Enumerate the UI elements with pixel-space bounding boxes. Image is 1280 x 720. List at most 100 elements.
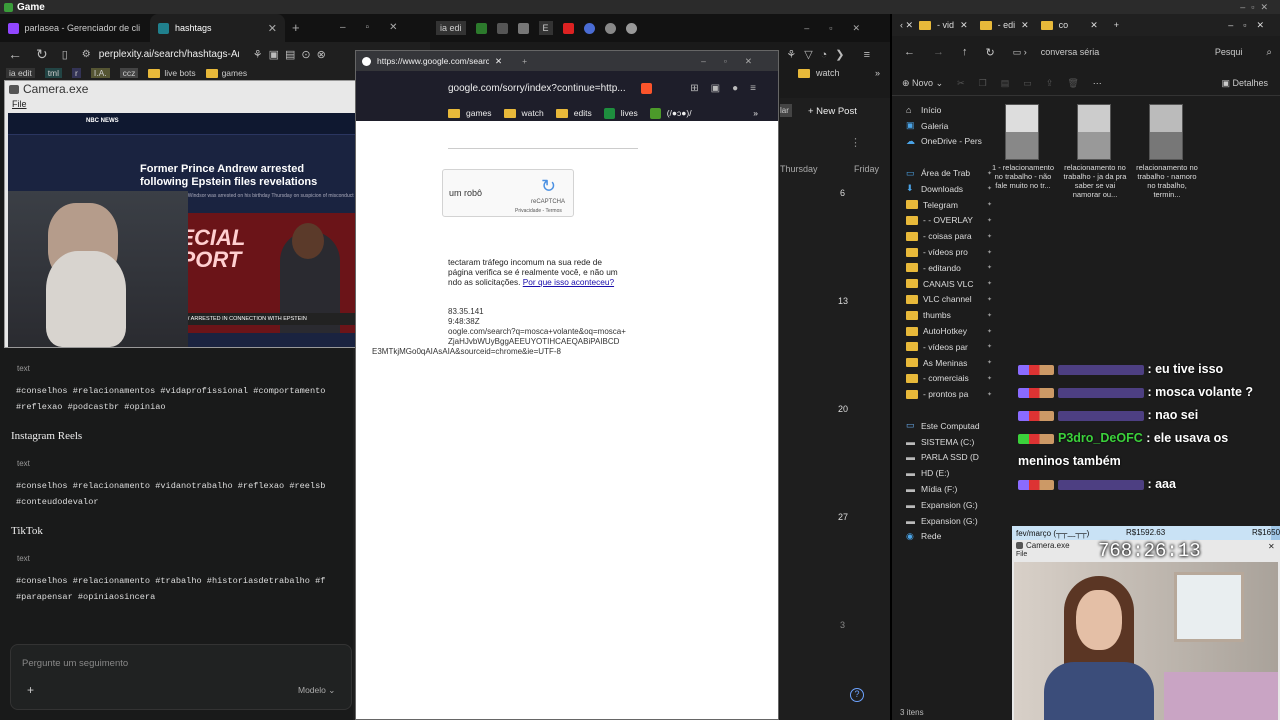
back-icon[interactable]: ← bbox=[8, 46, 22, 62]
tab-icon[interactable] bbox=[625, 22, 637, 34]
tree-item[interactable]: Telegram ✦ bbox=[906, 197, 992, 213]
new-tab-button[interactable]: + bbox=[522, 56, 527, 66]
tab-parlasea[interactable]: parlasea - Gerenciador de clip bbox=[0, 14, 148, 42]
camera-menu-file[interactable]: File bbox=[1016, 551, 1027, 558]
tree-item[interactable]: AutoHotkey ✦ bbox=[906, 323, 992, 339]
tree-item[interactable]: - vídeos par ✦ bbox=[906, 339, 992, 355]
bookmark-emote[interactable]: (/●ɔ●)/ bbox=[667, 108, 692, 118]
file-item[interactable]: relacionamento no trabalho - ja da pra s… bbox=[1062, 104, 1128, 199]
extension-icons[interactable]: ⊞▣●≡ bbox=[690, 83, 768, 94]
monitor-icon[interactable]: ▭ › bbox=[1013, 47, 1027, 58]
tab-active[interactable]: E bbox=[538, 21, 553, 35]
bookmark-live-bots[interactable]: live bots bbox=[148, 68, 196, 78]
camera-menu-file[interactable]: File bbox=[12, 99, 27, 109]
window-controls[interactable]: –▫✕ bbox=[1240, 2, 1280, 13]
tab-icon[interactable] bbox=[517, 22, 529, 34]
extension-icons[interactable]: ⚘▣▤⊙⊗ bbox=[253, 48, 332, 61]
bookmark-edits[interactable]: edits bbox=[574, 108, 592, 118]
tree-item[interactable]: - vídeos pro ✦ bbox=[906, 244, 992, 260]
tree-item[interactable]: ▬ Expansion (G:) bbox=[906, 513, 992, 529]
date-cell[interactable]: 27 bbox=[838, 512, 848, 522]
tree-item[interactable]: VLC channel ✦ bbox=[906, 292, 992, 308]
copy-icon[interactable]: ❐ bbox=[979, 78, 987, 89]
tree-item[interactable]: - editando ✦ bbox=[906, 260, 992, 276]
window-controls[interactable]: –▫✕ bbox=[340, 22, 418, 33]
new-tab-button[interactable]: + bbox=[1114, 20, 1119, 30]
window-controls[interactable]: –▫✕ bbox=[804, 23, 880, 34]
bookmark-ia-edit[interactable]: ia edit bbox=[6, 68, 35, 78]
refresh-icon[interactable]: ↻ bbox=[986, 46, 995, 59]
more-icon[interactable]: » bbox=[875, 68, 880, 78]
tree-item[interactable]: As Meninas ✦ bbox=[906, 355, 992, 371]
hashtag-block-1[interactable]: #conselhos #relacionamentos #vidaprofiss… bbox=[16, 383, 325, 415]
hashtag-block-3[interactable]: #conselhos #relacionamento #trabalho #hi… bbox=[16, 573, 325, 605]
close-icon[interactable]: ✕ bbox=[1268, 542, 1275, 551]
new-button[interactable]: ⊕ Novo ⌄ bbox=[902, 78, 943, 89]
address-bar[interactable]: perplexity.ai/search/hashtags-Am bbox=[99, 49, 239, 60]
followup-input[interactable]: Pergunte um seguimento bbox=[22, 658, 128, 669]
breadcrumb[interactable]: conversa séria bbox=[1041, 47, 1141, 57]
recaptcha-box[interactable]: um robô ↻ reCAPTCHA Privacidade - Termos bbox=[442, 169, 574, 217]
more-icon[interactable]: » bbox=[753, 108, 758, 118]
date-cell[interactable]: 20 bbox=[838, 404, 848, 414]
tree-item[interactable]: - prontos pa ✦ bbox=[906, 386, 992, 402]
bookmark-lives[interactable]: lives bbox=[621, 108, 638, 118]
tree-item[interactable]: ▭ Este Computad bbox=[906, 418, 992, 434]
model-select[interactable]: Modelo ⌄ bbox=[298, 685, 335, 696]
tab-icon[interactable] bbox=[604, 22, 616, 34]
search-input[interactable]: Pesqui bbox=[1215, 47, 1243, 57]
tree-item[interactable]: ⬇ Downloads ✦ bbox=[906, 181, 992, 197]
youtube-icon[interactable] bbox=[562, 22, 574, 34]
tree-item[interactable]: thumbs ✦ bbox=[906, 307, 992, 323]
bookmark-ia[interactable]: I.A. bbox=[90, 68, 110, 78]
tab-icon[interactable] bbox=[496, 22, 508, 34]
add-button[interactable]: + bbox=[27, 683, 34, 697]
close-icon[interactable]: ✕ bbox=[495, 56, 502, 67]
tree-item[interactable]: CANAIS VLC ✦ bbox=[906, 276, 992, 292]
tree-item[interactable]: ⌂ Início bbox=[906, 102, 992, 118]
hashtag-block-2[interactable]: #conselhos #relacionamento #vidanotrabal… bbox=[16, 478, 325, 510]
date-cell[interactable]: 13 bbox=[838, 296, 848, 306]
tab-ia-edit[interactable]: ia edi bbox=[436, 21, 466, 35]
date-cell[interactable]: 3 bbox=[840, 620, 845, 630]
tree-item[interactable]: ▬ Expansion (G:) bbox=[906, 497, 992, 513]
bookmark-games[interactable]: games bbox=[205, 68, 247, 78]
paste-icon[interactable]: ▤ bbox=[1001, 78, 1010, 89]
close-icon[interactable]: ✕ bbox=[1090, 20, 1098, 31]
tree-item[interactable]: ▬ HD (E:) bbox=[906, 465, 992, 481]
recaptcha-links[interactable]: Privacidade - Termos bbox=[515, 208, 562, 214]
search-icon[interactable]: ⌕ bbox=[1266, 47, 1272, 58]
date-cell[interactable]: 6 bbox=[840, 188, 845, 198]
tree-item[interactable]: - comerciais ✦ bbox=[906, 371, 992, 387]
site-info-icon[interactable]: ⚙ bbox=[82, 49, 91, 60]
close-icon[interactable]: ✕ bbox=[1021, 20, 1029, 31]
cut-icon[interactable]: ✂ bbox=[957, 78, 965, 89]
bookmark-watch[interactable]: watch bbox=[522, 108, 544, 118]
address-bar[interactable]: google.com/sorry/index?continue=http... bbox=[448, 83, 633, 94]
tree-item[interactable]: ▬ Mídia (F:) bbox=[906, 481, 992, 497]
explorer-tab[interactable]: co bbox=[1059, 20, 1069, 30]
tree-item[interactable]: ▬ PARLA SSD (D bbox=[906, 450, 992, 466]
tree-item[interactable]: ◉ Rede bbox=[906, 529, 992, 545]
tab-hashtags[interactable]: hashtags ✕ bbox=[150, 14, 285, 42]
window-controls[interactable]: –▫✕ bbox=[701, 56, 770, 67]
tab-icon[interactable] bbox=[583, 22, 595, 34]
tree-item[interactable]: ☁ OneDrive - Pers bbox=[906, 134, 992, 150]
tree-item[interactable]: ▭ Área de Trab ✦ bbox=[906, 165, 992, 181]
tree-item[interactable]: - - OVERLAY ✦ bbox=[906, 213, 992, 229]
bookmark-watch[interactable]: watch bbox=[816, 68, 840, 78]
bookmark-r[interactable]: r bbox=[72, 68, 81, 78]
why-link[interactable]: Por que isso aconteceu? bbox=[523, 277, 614, 287]
reload-icon[interactable]: ↻ bbox=[36, 46, 48, 63]
more-icon[interactable]: ⋯ bbox=[1093, 78, 1102, 89]
tree-item[interactable]: ▣ Galeria bbox=[906, 118, 992, 134]
popup-url[interactable]: https://www.google.com/search bbox=[377, 56, 489, 66]
followup-box[interactable]: Pergunte um seguimento + Modelo ⌄ bbox=[10, 644, 352, 710]
rename-icon[interactable]: ▭ bbox=[1023, 78, 1032, 89]
delete-icon[interactable]: 🗑 bbox=[1067, 78, 1078, 89]
forward-icon[interactable]: → bbox=[933, 46, 944, 58]
new-tab-button[interactable]: + bbox=[292, 20, 300, 35]
vimeo-icon[interactable] bbox=[475, 22, 487, 34]
close-icon[interactable]: ✕ bbox=[960, 20, 968, 31]
file-item[interactable]: relacionamento no trabalho - namoro no t… bbox=[1134, 104, 1200, 199]
